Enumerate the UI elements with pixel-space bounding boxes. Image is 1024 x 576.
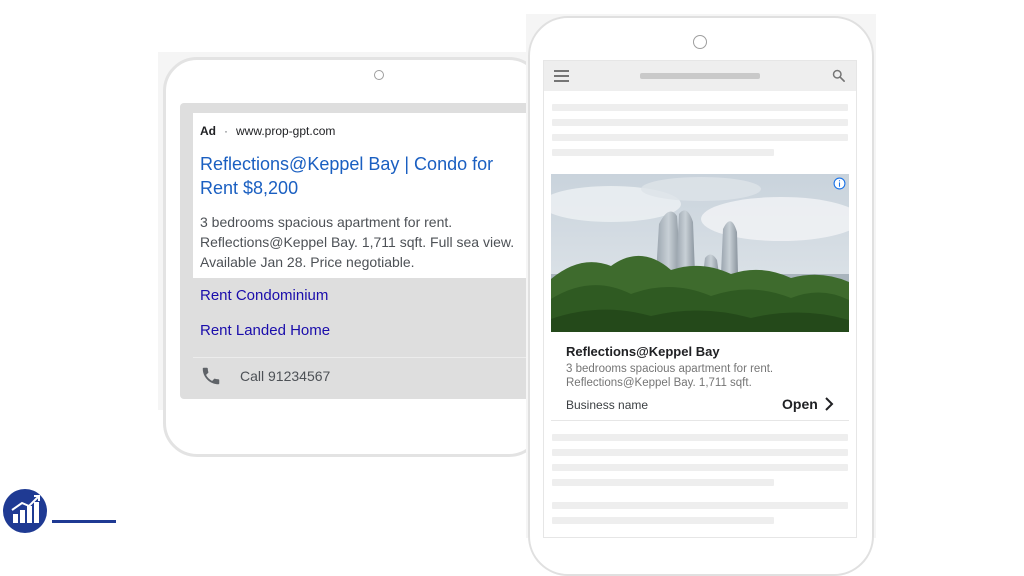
content-placeholder-line <box>552 449 848 456</box>
content-placeholder-line <box>552 104 848 111</box>
display-ad-title[interactable]: Reflections@Keppel Bay <box>566 344 720 359</box>
display-ad-description: 3 bedrooms spacious apartment for rent. … <box>566 363 774 389</box>
ad-url-line: Ad · www.prop-gpt.com <box>200 124 335 138</box>
open-button-label: Open <box>782 396 818 412</box>
chevron-right-icon <box>825 397 834 411</box>
phone-camera <box>693 35 707 49</box>
content-placeholder-line <box>552 479 774 486</box>
business-name: Business name <box>566 398 649 412</box>
ad-separator: · <box>224 124 228 138</box>
content-placeholder-line <box>552 149 774 156</box>
open-button[interactable]: Open <box>782 395 834 413</box>
content-placeholder-line <box>552 517 774 524</box>
ad-headline-link[interactable]: Reflections@Keppel Bay | Condo for Rent … <box>200 152 530 200</box>
ad-image[interactable] <box>551 174 849 332</box>
call-divider <box>193 357 533 358</box>
call-extension[interactable]: Call 91234567 <box>240 368 330 384</box>
brand-logo-icon <box>3 489 47 533</box>
ad-display-url[interactable]: www.prop-gpt.com <box>236 124 335 138</box>
sitelink-rent-landed-home[interactable]: Rent Landed Home <box>200 322 330 339</box>
content-placeholder-line <box>552 119 848 126</box>
ad-description: 3 bedrooms spacious apartment for rent. … <box>200 214 515 270</box>
ad-badge: Ad <box>200 124 216 138</box>
tablet-camera <box>374 70 384 80</box>
brand-underline <box>52 520 116 523</box>
search-bar-placeholder[interactable] <box>640 73 760 79</box>
info-icon[interactable] <box>833 177 846 190</box>
search-icon[interactable] <box>831 68 846 83</box>
menu-icon[interactable] <box>554 70 569 82</box>
content-placeholder-line <box>552 502 848 509</box>
content-placeholder-line <box>552 434 848 441</box>
phone-icon[interactable] <box>200 365 222 387</box>
content-placeholder-line <box>552 134 848 141</box>
sitelink-rent-condominium[interactable]: Rent Condominium <box>200 287 328 304</box>
content-placeholder-line <box>552 464 848 471</box>
